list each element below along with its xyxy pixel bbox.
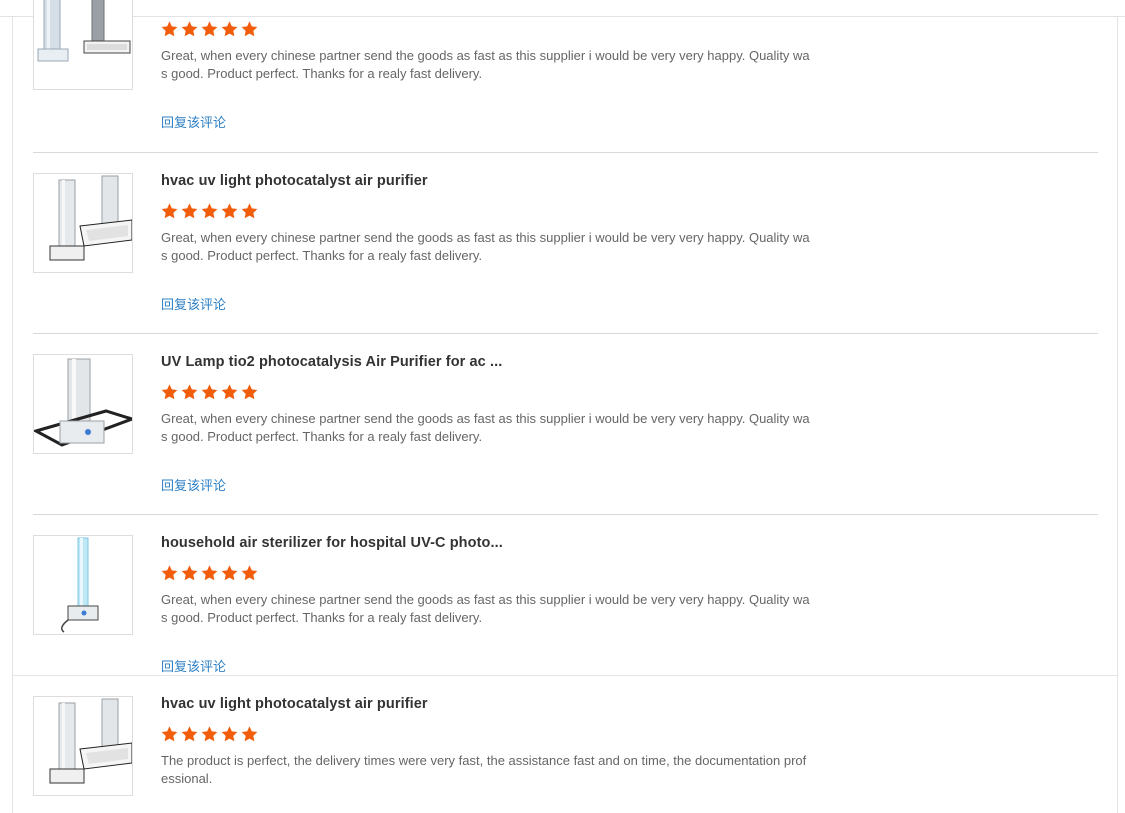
reply-link[interactable]: 回复该评论 (161, 294, 226, 313)
review-text: Great, when every chinese partner send t… (161, 230, 810, 263)
star-rating (161, 21, 258, 37)
review-item: household air sterilizer for hospital UV… (33, 535, 1098, 675)
product-title[interactable]: household air sterilizer for hospital UV… (161, 535, 503, 551)
star-icon (161, 203, 178, 219)
star-icon (241, 565, 258, 581)
star-icon (221, 726, 238, 742)
star-icon (181, 384, 198, 400)
star-icon (201, 21, 218, 37)
review-item: hvac uv light photocatalyst air purifier… (33, 696, 1098, 813)
review-text: Great, when every chinese partner send t… (161, 592, 810, 625)
star-rating (161, 565, 258, 581)
star-icon (161, 565, 178, 581)
product-title[interactable]: UV Lamp tio2 photocatalysis Air Purifier… (161, 354, 502, 370)
review-item: hvac uv light photocatalyst air purifier… (33, 173, 1098, 313)
star-icon (241, 203, 258, 219)
reply-link[interactable]: 回复该评论 (161, 656, 226, 675)
star-icon (181, 565, 198, 581)
star-icon (201, 203, 218, 219)
star-rating (161, 384, 258, 400)
review-text: Great, when every chinese partner send t… (161, 411, 810, 444)
review-page: Great, when every chinese partner send t… (0, 0, 1125, 813)
uv-column-purifier-icon (49, 175, 132, 261)
star-icon (161, 384, 178, 400)
review-item: UV Lamp tio2 photocatalysis Air Purifier… (33, 354, 1098, 494)
right-border (1117, 17, 1118, 813)
star-icon (161, 726, 178, 742)
uv-lamp-purifier-icon (34, 358, 132, 447)
reply-link[interactable]: 回复该评论 (161, 112, 226, 131)
product-thumbnail[interactable] (33, 354, 133, 454)
review-text: Great, when every chinese partner send t… (161, 48, 810, 81)
star-icon (221, 384, 238, 400)
star-icon (181, 21, 198, 37)
uv-c-sterilizer-icon (61, 537, 99, 633)
star-icon (241, 726, 258, 742)
product-thumbnail[interactable] (33, 696, 133, 796)
star-icon (241, 384, 258, 400)
star-icon (201, 384, 218, 400)
product-thumbnail[interactable] (33, 535, 133, 635)
star-icon (161, 21, 178, 37)
star-icon (241, 21, 258, 37)
product-thumbnail[interactable] (33, 173, 133, 273)
review-divider (33, 514, 1098, 515)
uv-column-purifier-icon (49, 698, 132, 784)
reply-link[interactable]: 回复该评论 (161, 475, 226, 494)
left-border (12, 17, 13, 813)
star-icon (201, 726, 218, 742)
star-rating (161, 203, 258, 219)
star-icon (201, 565, 218, 581)
review-divider (13, 675, 1117, 676)
star-icon (221, 565, 238, 581)
product-title[interactable]: hvac uv light photocatalyst air purifier (161, 696, 428, 712)
uv-column-purifier-icon (37, 0, 131, 62)
product-thumbnail[interactable] (33, 0, 133, 90)
review-divider (33, 152, 1098, 153)
star-icon (221, 203, 238, 219)
review-item: Great, when every chinese partner send t… (33, 0, 1098, 140)
star-rating (161, 726, 258, 742)
review-divider (33, 333, 1098, 334)
star-icon (181, 203, 198, 219)
star-icon (221, 21, 238, 37)
review-text: The product is perfect, the delivery tim… (161, 753, 807, 786)
star-icon (181, 726, 198, 742)
product-title[interactable]: hvac uv light photocatalyst air purifier (161, 173, 428, 189)
